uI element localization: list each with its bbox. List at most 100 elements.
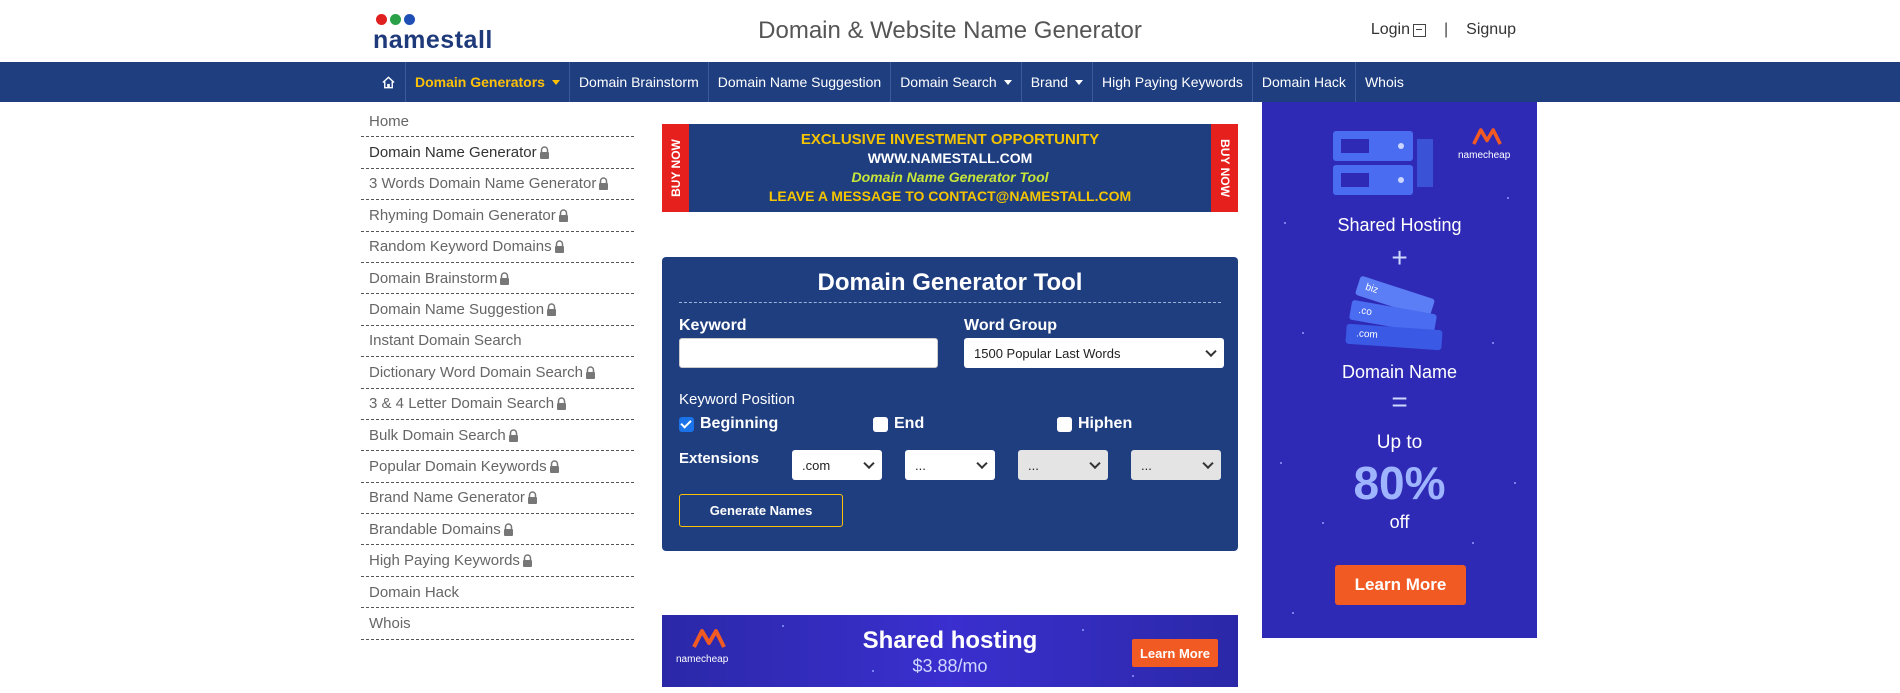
nav-domain-search[interactable]: Domain Search (891, 62, 1022, 102)
position-hiphen-checkbox[interactable]: Hiphen (1057, 415, 1132, 433)
sidebar-item[interactable]: Brand Name Generator (361, 483, 634, 515)
sidebar-item[interactable]: Random Keyword Domains (361, 232, 634, 263)
sidebar-item[interactable]: Domain Brainstorm (361, 263, 634, 295)
domain-tag-label: .com (1355, 328, 1379, 341)
nav-high-paying-keywords[interactable]: High Paying Keywords (1093, 62, 1253, 102)
sidebar-item[interactable]: Domain Name Suggestion (361, 294, 634, 326)
site-logo[interactable]: namestall (373, 14, 493, 54)
nav-domain-generators[interactable]: Domain Generators (406, 62, 570, 102)
chevron-down-icon (1202, 457, 1214, 470)
sidebar-item-label: Domain Hack (369, 583, 460, 601)
nav-domain-brainstorm[interactable]: Domain Brainstorm (570, 62, 709, 102)
promo-line-2: WWW.NAMESTALL.COM (867, 150, 1033, 166)
sidebar-item[interactable]: Popular Domain Keywords (361, 451, 634, 483)
nav-home[interactable] (373, 62, 406, 102)
nav-whois-label: Whois (1364, 74, 1404, 90)
sidebar-item[interactable]: Instant Domain Search (361, 326, 634, 358)
sidebar-item-label: Popular Domain Keywords (369, 457, 547, 475)
lock-icon (503, 523, 513, 536)
extension-3-value: ... (1028, 457, 1039, 473)
position-end-checkbox[interactable]: End (873, 415, 924, 433)
keyword-position-label: Keyword Position (679, 391, 795, 408)
signup-link[interactable]: Signup (1466, 21, 1516, 39)
side-ad[interactable]: namecheap Shared Hosting + biz .co .com … (1262, 102, 1537, 638)
sidebar-item[interactable]: Rhyming Domain Generator (361, 200, 634, 232)
nav-whois[interactable]: Whois (1356, 62, 1413, 102)
learn-more-button[interactable]: Learn More (1132, 639, 1218, 667)
sidebar-item[interactable]: High Paying Keywords (361, 545, 634, 577)
sidebar-item-label: High Paying Keywords (369, 552, 520, 570)
nav-domain-search-label: Domain Search (900, 74, 997, 90)
login-icon (1413, 23, 1427, 37)
shared-hosting-banner[interactable]: namecheap Shared hosting $3.88/mo Learn … (662, 615, 1238, 687)
chevron-down-icon (1205, 345, 1217, 358)
buy-now-left[interactable]: BUY NOW (662, 124, 689, 212)
nav-items: Domain Generators Domain Brainstorm Doma… (373, 62, 1413, 102)
word-group-value: 1500 Popular Last Words (974, 345, 1121, 361)
logo-dot-green (390, 14, 401, 25)
promo-banner[interactable]: BUY NOW EXCLUSIVE INVESTMENT OPPORTUNITY… (662, 124, 1238, 212)
side-ad-percent: 80% (1353, 457, 1446, 509)
sidebar-item[interactable]: Domain Hack (361, 577, 634, 609)
lock-icon (558, 209, 568, 222)
sidebar-item[interactable]: Dictionary Word Domain Search (361, 357, 634, 389)
chevron-down-icon (1089, 457, 1101, 470)
word-group-select[interactable]: 1500 Popular Last Words (964, 338, 1224, 368)
lock-icon (527, 491, 537, 505)
sidebar-item-label: 3 & 4 Letter Domain Search (369, 395, 555, 413)
sidebar-item[interactable]: Bulk Domain Search (361, 420, 634, 452)
logo-dot-blue (404, 14, 415, 25)
sidebar-item[interactable]: 3 Words Domain Name Generator (361, 169, 634, 201)
login-link[interactable]: Login (1371, 21, 1427, 39)
sidebar-item-label: 3 Words Domain Name Generator (369, 175, 597, 193)
checkbox-checked-icon (679, 416, 694, 432)
nav-domain-brainstorm-label: Domain Brainstorm (578, 74, 699, 90)
buy-now-right[interactable]: BUY NOW (1211, 124, 1238, 212)
home-icon (382, 75, 395, 88)
nav-domain-hack[interactable]: Domain Hack (1253, 62, 1356, 102)
namecheap-brand-text: namecheap (1458, 150, 1511, 161)
star-dot (1507, 197, 1509, 199)
chevron-down-icon (863, 457, 875, 470)
extension-2-value: ... (915, 457, 926, 473)
extensions-label: Extensions (679, 450, 760, 467)
side-ad-learn-more-button[interactable]: Learn More (1335, 565, 1466, 605)
namecheap-icon (1472, 128, 1502, 145)
domain-tag-label: .co (1357, 305, 1373, 319)
extension-select-2[interactable]: ... (905, 450, 995, 480)
lock-icon (539, 146, 549, 160)
extension-1-value: .com (802, 457, 831, 473)
chevron-down-icon (976, 457, 988, 470)
extension-select-3[interactable]: ... (1018, 450, 1108, 480)
sidebar-item-label: Brand Name Generator (369, 489, 525, 507)
star-dot (1292, 612, 1294, 614)
side-ad-plus: + (1391, 242, 1408, 273)
position-beginning-checkbox[interactable]: Beginning (679, 415, 778, 433)
extension-select-1[interactable]: .com (792, 450, 882, 480)
sidebar-item-label: Instant Domain Search (369, 332, 522, 350)
word-group-label: Word Group (964, 317, 1058, 334)
sidebar-item[interactable]: Home (361, 106, 634, 138)
extension-select-4[interactable]: ... (1131, 450, 1221, 480)
buy-now-right-text: BUY NOW (1217, 139, 1232, 197)
sidebar-item[interactable]: Whois (361, 608, 634, 640)
side-ad-equals: = (1391, 386, 1408, 417)
sidebar-item[interactable]: Brandable Domains (361, 514, 634, 546)
sidebar-item-label: Whois (369, 614, 411, 632)
keyword-label: Keyword (679, 317, 747, 334)
tool-divider (679, 302, 1221, 303)
extension-4-value: ... (1141, 457, 1152, 473)
checkbox-empty-icon (873, 416, 888, 432)
domain-tags: biz .co .com (1345, 275, 1456, 357)
sidebar-item[interactable]: 3 & 4 Letter Domain Search (361, 389, 634, 420)
site-title: Domain & Website Name Generator (758, 17, 1142, 44)
keyword-input[interactable] (679, 338, 938, 368)
nav-domain-name-suggestion[interactable]: Domain Name Suggestion (709, 62, 892, 102)
sidebar-item[interactable]: Domain Name Generator (361, 137, 634, 169)
nav-brand[interactable]: Brand (1022, 62, 1094, 102)
generate-names-button[interactable]: Generate Names (679, 494, 843, 527)
chevron-down-icon (551, 79, 560, 85)
lock-icon (547, 303, 557, 317)
checkbox-empty-icon (1057, 416, 1072, 432)
promo-lines: EXCLUSIVE INVESTMENT OPPORTUNITY WWW.NAM… (689, 130, 1211, 206)
